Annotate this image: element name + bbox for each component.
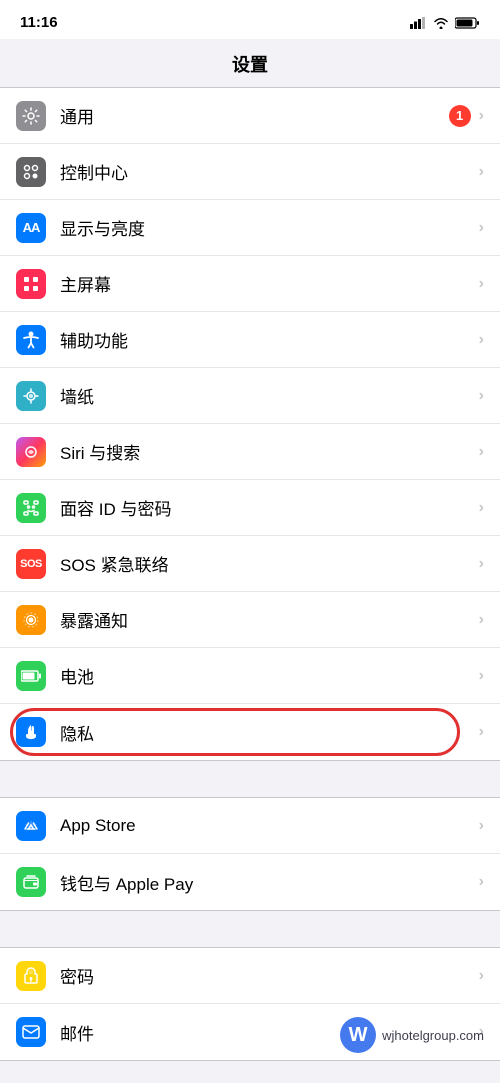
appstore-icon [16,811,46,841]
faceid-icon [16,493,46,523]
settings-section-2: App Store › 钱包与 Apple Pay › [0,797,500,911]
general-chevron: › [479,107,484,125]
settings-row-display[interactable]: AA 显示与亮度 › [0,200,500,256]
status-time: 11:16 [20,14,58,31]
control-label: 控制中心 [60,159,479,184]
wallet-label: 钱包与 Apple Pay [60,870,479,895]
battery-chevron: › [479,667,484,685]
faceid-label: 面容 ID 与密码 [60,495,479,520]
battery-row-icon [16,661,46,691]
settings-row-exposure[interactable]: 暴露通知 › [0,592,500,648]
sos-icon: SOS [16,549,46,579]
watermark-logo: W [340,1017,376,1053]
wallpaper-icon [16,381,46,411]
battery-label: 电池 [60,663,479,688]
wallpaper-chevron: › [479,387,484,405]
siri-icon [16,437,46,467]
wifi-icon [433,17,449,29]
appstore-label: App Store [60,816,479,836]
battery-icon [455,17,480,29]
accessibility-chevron: › [479,331,484,349]
general-badge: 1 [449,105,471,127]
wallet-chevron: › [479,873,484,891]
control-icon [16,157,46,187]
privacy-chevron: › [479,723,484,741]
status-bar: 11:16 [0,0,500,39]
settings-row-homescreen[interactable]: 主屏幕 › [0,256,500,312]
siri-chevron: › [479,443,484,461]
watermark-text: wjhotelgroup.com [382,1028,484,1043]
settings-row-privacy[interactable]: 隐私 › [0,704,500,760]
passwords-icon [16,961,46,991]
passwords-chevron: › [479,967,484,985]
exposure-chevron: › [479,611,484,629]
accessibility-label: 辅助功能 [60,327,479,352]
general-label: 通用 [60,103,449,128]
wallet-icon [16,867,46,897]
settings-section-1: 通用 1 › 控制中心 › AA 显示与亮度 › [0,87,500,761]
settings-row-general[interactable]: 通用 1 › [0,88,500,144]
display-label: 显示与亮度 [60,215,479,240]
privacy-icon [16,717,46,747]
settings-row-passwords[interactable]: 密码 › [0,948,500,1004]
settings-row-siri[interactable]: Siri 与搜索 › [0,424,500,480]
settings-row-battery[interactable]: 电池 › [0,648,500,704]
display-chevron: › [479,219,484,237]
mail-icon [16,1017,46,1047]
signal-icon [410,17,427,29]
siri-label: Siri 与搜索 [60,439,479,464]
general-icon [16,101,46,131]
accessibility-icon [16,325,46,355]
homescreen-label: 主屏幕 [60,271,479,296]
settings-row-control[interactable]: 控制中心 › [0,144,500,200]
sos-chevron: › [479,555,484,573]
display-icon: AA [16,213,46,243]
settings-row-sos[interactable]: SOS SOS 紧急联络 › [0,536,500,592]
passwords-label: 密码 [60,963,479,988]
appstore-chevron: › [479,817,484,835]
sos-label: SOS 紧急联络 [60,551,479,576]
settings-row-accessibility[interactable]: 辅助功能 › [0,312,500,368]
page-title: 设置 [0,51,500,77]
exposure-label: 暴露通知 [60,607,479,632]
settings-row-wallpaper[interactable]: 墙纸 › [0,368,500,424]
watermark: W wjhotelgroup.com [340,1017,484,1053]
settings-row-wallet[interactable]: 钱包与 Apple Pay › [0,854,500,910]
homescreen-icon [16,269,46,299]
settings-row-appstore[interactable]: App Store › [0,798,500,854]
faceid-chevron: › [479,499,484,517]
page-title-bar: 设置 [0,39,500,87]
control-chevron: › [479,163,484,181]
privacy-label: 隐私 [60,720,479,745]
settings-row-faceid[interactable]: 面容 ID 与密码 › [0,480,500,536]
exposure-icon [16,605,46,635]
homescreen-chevron: › [479,275,484,293]
status-icons [410,17,480,29]
wallpaper-label: 墙纸 [60,383,479,408]
